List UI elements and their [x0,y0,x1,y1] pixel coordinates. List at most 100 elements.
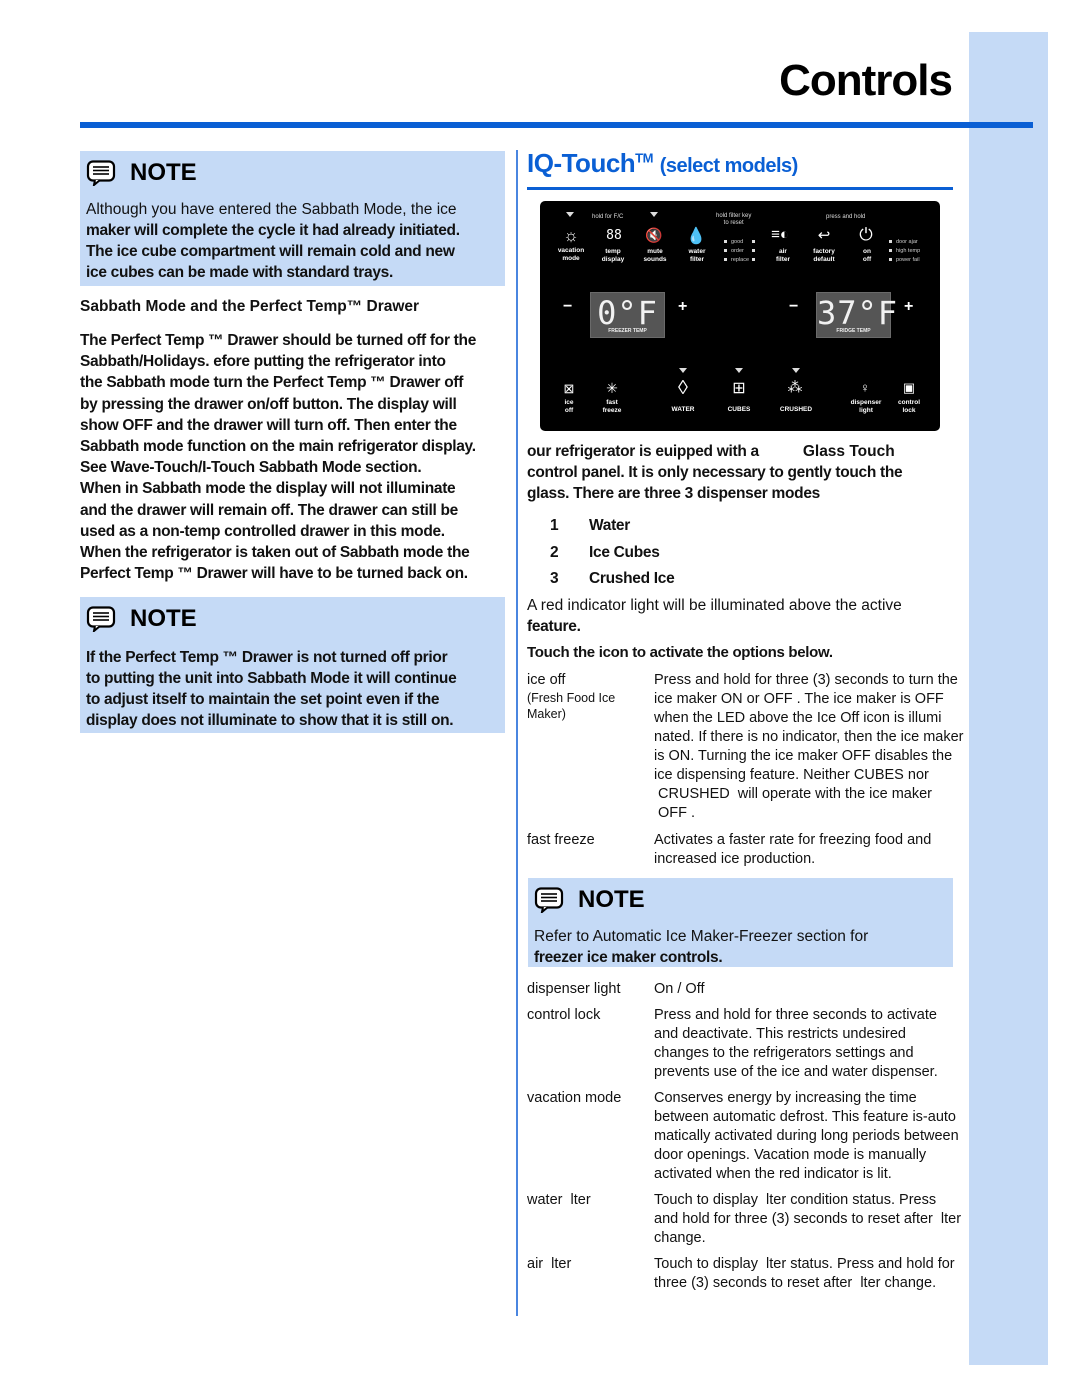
option-term: vacation mode [527,1090,622,1106]
note-body: If the Perfect Temp ™ Drawer is not turn… [86,647,497,731]
note-header: NOTE [534,886,945,914]
button-label: factory [813,248,835,255]
indicator-triangle-icon [679,368,687,373]
button-label: lock [902,407,916,414]
note-line: Refer to Automatic Ice Maker-Freezer sec… [534,928,869,945]
mode-item: 2 Ice Cubes [550,540,674,567]
option-term: fast freeze [527,832,595,848]
intro-line: glass. There are three 3 dispenser modes [527,485,820,502]
control-panel-illustration: hold for F/C hold filter key to reset pr… [540,201,940,431]
desc-line: matically activated during long periods … [654,1128,959,1144]
alert-high-temp: high temp [889,248,920,254]
iq-touch-rule [527,187,953,190]
led-label: replace [731,257,750,263]
note-box-perfect-temp: NOTE If the Perfect Temp ™ Drawer is not… [80,597,505,733]
option-desc: On / Off [654,980,989,999]
option-term: air lter [527,1256,572,1272]
note-header: NOTE [86,605,497,633]
note-line: Although you have entered the Sabbath Mo… [86,201,457,218]
note-label: NOTE [130,605,197,632]
fast-freeze-button[interactable]: fast freeze [596,399,628,415]
body-line: Sabbath/Holidays. efore putting the refr… [80,353,446,371]
crushed-button[interactable]: CRUSHED [776,406,816,414]
water-drop-icon: ◊ [678,377,688,399]
desc-line: Activates a faster rate for freezing foo… [654,832,932,848]
mode-label: Ice Cubes [589,543,660,561]
desc-line: door openings. Vacation mode is manually [654,1147,927,1163]
button-label: off [564,407,574,414]
note-box-sabbath-icemaker: NOTE Although you have entered the Sabba… [80,151,505,286]
fridge-minus-button[interactable]: − [789,298,798,316]
note-line: freezer ice maker controls. [534,949,723,966]
desc-line: prevents use of the ice and water dispen… [654,1064,938,1080]
desc-line: change. [654,1230,706,1246]
factory-default-button[interactable]: factory default [807,248,841,264]
filter-status-good: good [724,239,743,245]
speech-bubble-icon [534,887,564,913]
vacation-mode-button[interactable]: vacation mode [554,247,588,263]
mode-number: 2 [550,543,559,561]
button-label: water [688,248,706,255]
filter-status-order: order [724,248,744,254]
option-term: ice off (Fresh Food Ice Maker) [527,671,654,823]
fridge-temp-value: 37°F [817,294,899,332]
indicator-triangle-icon [735,368,743,373]
body-line: When in Sabbath mode the display will no… [80,480,456,498]
desc-line: Press and hold for three seconds to acti… [654,1007,937,1023]
trademark: TM [635,150,653,166]
options-list-a: ice off (Fresh Food Ice Maker) Press and… [527,671,997,869]
freezer-plus-button[interactable]: + [678,298,687,316]
option-air-filter: air lter Touch to display lter status. P… [527,1255,997,1293]
fridge-plus-button[interactable]: + [904,298,913,316]
button-label: light [859,407,873,414]
option-desc: Conserves energy by increasing the time … [654,1089,989,1184]
desc-line: On / Off [654,981,705,997]
button-label: dispenser [850,399,882,406]
button-label: air [779,248,787,255]
options-list-b: dispenser light On / Off control lock Pr… [527,980,997,1293]
button-label: default [813,256,835,263]
desc-line: Conserves energy by increasing the time [654,1090,917,1106]
return-arrow-icon: ↩ [817,227,831,244]
button-label: mute [647,248,663,255]
desc-line: OFF . [654,805,696,821]
desc-line: Touch to display lter status. Press and … [654,1256,955,1272]
dispenser-light-button[interactable]: dispenser light [848,399,884,415]
ice-off-button[interactable]: ice off [554,399,584,415]
water-button[interactable]: WATER [666,406,700,414]
temp-display-button[interactable]: temp display [596,248,630,264]
desc-line: CRUSHED will operate with the ice maker [654,786,933,802]
note-label: NOTE [130,159,197,186]
term-sub: (Fresh Food Ice Maker) [527,691,616,721]
body-line: A red indicator light will be illuminate… [527,597,902,614]
freezer-minus-button[interactable]: − [563,298,572,316]
water-filter-button[interactable]: water filter [680,248,714,264]
option-control-lock: control lock Press and hold for three se… [527,1006,997,1082]
desc-line: ice dispensing feature. Neither CUBES no… [654,767,929,783]
sabbath-heading: Sabbath Mode and the Perfect Temp™ Drawe… [80,298,420,315]
body-line: When the refrigerator is taken out of Sa… [80,544,470,562]
on-off-button[interactable]: on off [850,248,884,264]
air-filter-icon: ≡◐ [771,226,789,243]
note-line: The ice cube compartment will remain col… [86,243,455,260]
note-line: If the Perfect Temp ™ Drawer is not turn… [86,649,448,666]
speech-bubble-icon [86,606,116,632]
sun-icon: ☼ [563,226,579,245]
ice-cubes-icon: ⊞ [732,380,746,397]
note-label: NOTE [578,886,645,913]
mute-sounds-button[interactable]: mute sounds [638,248,672,264]
option-water-filter: water lter Touch to display lter conditi… [527,1191,997,1248]
body-line: used as a non-temp controlled drawer in … [80,522,445,540]
control-lock-button[interactable]: control lock [892,399,926,415]
led-label: high temp [896,248,921,254]
body-line: by pressing the drawer on/off button. Th… [80,395,457,413]
sabbath-body: The Perfect Temp ™ Drawer should be turn… [80,330,505,584]
cubes-button[interactable]: CUBES [722,406,756,414]
air-filter-button[interactable]: air filter [766,248,800,264]
led-label: good [731,239,744,245]
mode-number: 1 [550,517,559,535]
ice-off-icon: ⊠ [563,381,575,396]
desc-line: changes to the refrigerators settings an… [654,1045,914,1061]
indicator-triangle-icon [566,212,574,217]
dispenser-modes-list: 1 Water 2 Ice Cubes 3 Crushed Ice [550,513,675,593]
